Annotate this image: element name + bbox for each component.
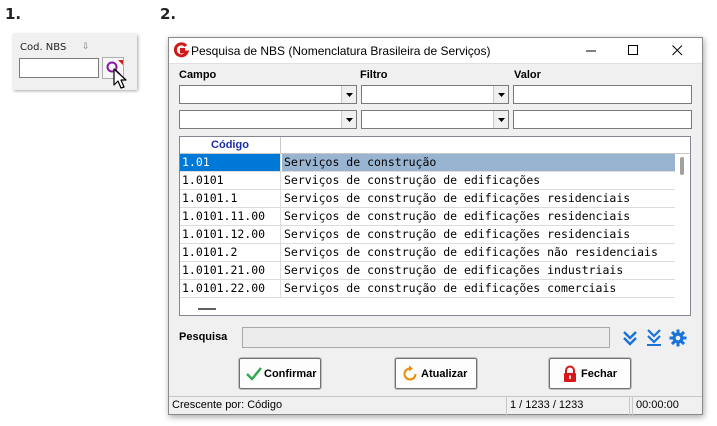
cell-code: 1.0101.1 (180, 190, 281, 207)
refresh-label: Atualizar (421, 368, 468, 380)
gear-icon[interactable] (669, 329, 687, 347)
refresh-button[interactable]: Atualizar (394, 357, 478, 390)
table-row[interactable]: 1.0101 Serviços de construção de edificaç… (180, 172, 675, 190)
status-bar: Crescente por: Código 1 / 1233 / 1233 00… (169, 396, 702, 415)
dropdown-arrow[interactable] (341, 86, 356, 103)
column-header-codigo[interactable]: Código (180, 137, 281, 154)
cell-code: 1.0101.22.00 (180, 280, 281, 297)
filtro-header: Filtro (360, 69, 388, 81)
elapsed-time-status: 00:00:00 (632, 397, 702, 415)
table-row[interactable]: 1.0101.21.00 Serviços de construção de ed… (180, 262, 675, 280)
sort-status: Crescente por: Código (172, 399, 283, 411)
dropdown-arrow[interactable] (493, 111, 508, 128)
nbs-search-dialog: Pesquisa de NBS (Nomenclatura Brasileira… (168, 37, 703, 415)
maximize-icon (628, 45, 638, 55)
step-two-label: 2. (160, 5, 177, 23)
campo-select-1[interactable] (179, 85, 357, 104)
campo-select-2[interactable] (179, 110, 357, 129)
cod-nbs-input[interactable] (19, 58, 99, 78)
table-row[interactable]: 1.0101.2 Serviços de construção de edific… (180, 244, 675, 262)
cell-code: 1.0101.2 (180, 244, 281, 261)
cell-description: Serviços de construção de edificações co… (284, 281, 617, 295)
table-row[interactable]: 1.01 Serviços de construção (180, 154, 675, 172)
results-grid[interactable]: Código 1.01 Serviços de construção 1.0101 S… (179, 136, 691, 316)
cell-code: 1.01 (180, 154, 281, 171)
confirm-label: Confirmar (264, 368, 317, 380)
cell-description: Serviços de construção de edificações (284, 173, 541, 187)
chevron-down-icon (346, 93, 353, 97)
close-button[interactable]: Fechar (548, 357, 632, 390)
valor-input-1[interactable] (513, 85, 692, 104)
horizontal-scrollbar[interactable] (198, 308, 216, 310)
maximize-button[interactable] (615, 38, 651, 63)
lock-icon (564, 365, 576, 382)
close-label: Fechar (581, 368, 618, 380)
vertical-scrollbar[interactable] (680, 157, 684, 175)
mouse-cursor-icon (113, 68, 127, 89)
cell-code: 1.0101.11.00 (180, 208, 281, 225)
confirm-button[interactable]: Confirmar (238, 357, 322, 390)
cod-nbs-field-panel: Cod. NBS ⇩ (13, 34, 137, 90)
grid-rows: 1.01 Serviços de construção 1.0101 Serviços… (180, 154, 675, 298)
grid-header: Código (180, 137, 690, 154)
cell-description: Serviços de construção de edificações re… (284, 191, 631, 205)
filtro-select-1[interactable] (361, 85, 509, 104)
cell-description: Serviços de construção (282, 154, 675, 171)
record-count-status: 1 / 1233 / 1233 (506, 397, 630, 415)
table-row[interactable]: 1.0101.1 Serviços de construção de edific… (180, 190, 675, 208)
cell-code: 1.0101.21.00 (180, 262, 281, 279)
dialog-title: Pesquisa de NBS (Nomenclatura Brasileira… (191, 44, 491, 58)
cell-description: Serviços de construção de edificações nã… (284, 245, 658, 259)
close-window-button[interactable] (659, 38, 695, 63)
checkmark-icon (246, 367, 262, 381)
title-bar: Pesquisa de NBS (Nomenclatura Brasileira… (169, 38, 702, 64)
chevron-down-icon (346, 118, 353, 122)
table-row[interactable]: 1.0101.11.00 Serviços de construção de ed… (180, 208, 675, 226)
chevron-down-icon (498, 118, 505, 122)
dropdown-arrow[interactable] (341, 111, 356, 128)
search-input[interactable] (242, 327, 610, 348)
cell-description: Serviços de construção de edificações in… (284, 263, 624, 277)
close-icon (672, 45, 683, 56)
dropdown-arrow[interactable] (493, 86, 508, 103)
valor-input-2[interactable] (513, 110, 692, 129)
minimize-button[interactable] (573, 38, 609, 63)
chevron-double-down-icon[interactable] (621, 329, 639, 347)
search-label: Pesquisa (179, 331, 228, 343)
refresh-icon (403, 365, 417, 381)
campo-header: Campo (179, 69, 217, 81)
valor-header: Valor (514, 69, 541, 81)
minimize-icon (586, 50, 596, 52)
chevron-double-down-bar-icon[interactable] (645, 329, 663, 347)
cell-description: Serviços de construção de edificações re… (284, 227, 631, 241)
cell-code: 1.0101 (180, 172, 281, 189)
cell-code: 1.0101.12.00 (180, 226, 281, 243)
app-g-icon (173, 42, 189, 58)
sort-down-icon: ⇩ (82, 42, 90, 52)
cod-nbs-label: Cod. NBS (20, 42, 67, 53)
chevron-down-icon (498, 93, 505, 97)
table-row[interactable]: 1.0101.22.00 Serviços de construção de ed… (180, 280, 675, 298)
filtro-select-2[interactable] (361, 110, 509, 129)
table-row[interactable]: 1.0101.12.00 Serviços de construção de ed… (180, 226, 675, 244)
step-one-label: 1. (5, 5, 22, 23)
cell-description: Serviços de construção de edificações re… (284, 209, 631, 223)
